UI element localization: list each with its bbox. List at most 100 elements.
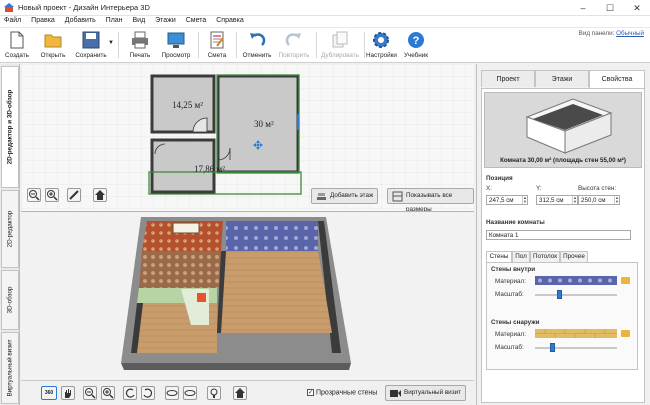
- y-position-input[interactable]: 312,5 см ▲ ▼: [536, 195, 578, 205]
- zoom-out-button[interactable]: [27, 188, 41, 202]
- inside-material-swatch[interactable]: [535, 276, 617, 285]
- svg-text:?: ?: [413, 35, 420, 47]
- tab-label: 3D-обзор: [6, 286, 14, 314]
- position-title: Позиция: [486, 175, 513, 182]
- create-button[interactable]: Создать: [4, 30, 30, 59]
- tab-3d-view[interactable]: 3D-обзор: [1, 270, 19, 330]
- show-sizes-button[interactable]: Показывать все размеры: [387, 188, 474, 211]
- zoom-out-icon: [85, 388, 96, 399]
- undo-label: Отменить: [242, 52, 272, 59]
- tab-project[interactable]: Проект: [481, 70, 535, 87]
- folder-icon[interactable]: [621, 330, 630, 337]
- x-label: X:: [486, 185, 492, 192]
- inside-scale-slider[interactable]: [535, 294, 617, 296]
- rotate-right-button[interactable]: [141, 386, 155, 400]
- outside-material-swatch[interactable]: [535, 329, 617, 338]
- tab-properties[interactable]: Свойства: [589, 70, 645, 88]
- menu-plan[interactable]: План: [102, 16, 127, 25]
- new-document-icon: [10, 31, 24, 49]
- menu-add[interactable]: Добавить: [61, 16, 100, 25]
- subtab-floor[interactable]: Пол: [512, 251, 530, 262]
- preview-button[interactable]: Просмотр: [160, 30, 192, 59]
- zoom-out-3d-button[interactable]: [83, 386, 97, 400]
- tutorial-button[interactable]: ? Учебник: [402, 30, 430, 59]
- ruler-button[interactable]: [67, 188, 81, 202]
- home-view-button[interactable]: [93, 188, 107, 202]
- tilt-down-button[interactable]: [183, 386, 197, 400]
- lightbulb-icon: [210, 388, 218, 398]
- menu-help[interactable]: Справка: [212, 16, 247, 25]
- view-panel-value[interactable]: Обычный: [616, 30, 644, 37]
- toolbar: Создать Открыть Сохранить ▼ Печать Просм…: [0, 28, 650, 63]
- spinner-arrows-icon[interactable]: ▲ ▼: [522, 196, 527, 204]
- floppy-disk-icon: [82, 31, 100, 49]
- inside-scale-thumb[interactable]: [556, 290, 562, 299]
- virtual-visit-button[interactable]: Виртуальный визит: [385, 385, 466, 401]
- menu-floors[interactable]: Этажи: [151, 16, 180, 25]
- pan-hand-button[interactable]: [61, 386, 75, 400]
- wall-height-input[interactable]: 250,0 см ▲ ▼: [578, 195, 620, 205]
- menu-estimate[interactable]: Смета: [182, 16, 211, 25]
- app-logo-icon: [4, 3, 14, 12]
- gear-icon: [373, 32, 389, 48]
- transparent-walls-checkbox[interactable]: ✓ Прозрачные стены: [307, 389, 377, 396]
- window-title: Новый проект - Дизайн Интерьера 3D: [18, 3, 150, 12]
- subtab-walls[interactable]: Стены: [486, 251, 512, 262]
- add-floor-button[interactable]: Добавить этаж: [311, 188, 379, 204]
- tab-2d-editor[interactable]: 2D-редактор: [1, 190, 19, 268]
- tab-virtual-visit[interactable]: Виртуальный визит: [1, 332, 19, 404]
- save-dropdown-arrow[interactable]: ▼: [108, 40, 114, 46]
- scale-label: Масштаб:: [495, 344, 524, 351]
- right-panel: Проект Этажи Свойства Комната 30,00 м² (…: [476, 64, 650, 405]
- create-label: Создать: [5, 52, 29, 59]
- y-label: Y:: [536, 185, 542, 192]
- close-button[interactable]: ✕: [624, 0, 650, 16]
- estimate-button[interactable]: Смета: [204, 30, 230, 59]
- maximize-button[interactable]: ☐: [597, 0, 623, 16]
- plan-2d-editor[interactable]: 14,25 м² 30 м² 17,86 м² Добавить этаж По…: [21, 64, 474, 212]
- menu-file[interactable]: Файл: [0, 16, 25, 25]
- x-position-value: 247,5 см: [489, 197, 514, 204]
- home-3d-button[interactable]: [233, 386, 247, 400]
- outside-scale-thumb[interactable]: [550, 343, 556, 352]
- estimate-label: Смета: [207, 52, 227, 59]
- view-3d[interactable]: [21, 213, 474, 405]
- subtab-other[interactable]: Прочее: [560, 251, 588, 262]
- outside-scale-slider[interactable]: [535, 347, 617, 349]
- checkbox-checked-icon[interactable]: ✓: [307, 389, 314, 396]
- menu-edit[interactable]: Правка: [27, 16, 59, 25]
- printer-icon: [132, 31, 148, 49]
- properties-panel: Комната 30,00 м² (площадь стен 55,00 м²)…: [481, 88, 645, 403]
- y-position-value: 312,5 см: [539, 197, 564, 204]
- save-button[interactable]: Сохранить: [72, 30, 110, 59]
- scene-3d[interactable]: [21, 213, 474, 380]
- title-bar: Новый проект - Дизайн Интерьера 3D – ☐ ✕: [0, 0, 650, 16]
- room-preview-caption: Комната 30,00 м² (площадь стен 55,00 м²): [500, 157, 626, 164]
- print-button[interactable]: Печать: [126, 30, 154, 59]
- subtab-ceiling[interactable]: Потолок: [530, 251, 560, 262]
- redo-button[interactable]: Повторить: [276, 30, 312, 59]
- open-button[interactable]: Открыть: [38, 30, 68, 59]
- toolbar-separator: [316, 32, 317, 58]
- x-position-input[interactable]: 247,5 см ▲ ▼: [486, 195, 528, 205]
- room-name-input[interactable]: Комната 1: [486, 230, 631, 240]
- tab-floors[interactable]: Этажи: [535, 70, 589, 87]
- view-panel-selector[interactable]: Вид панели: Обычный: [579, 30, 644, 37]
- menu-view[interactable]: Вид: [129, 16, 150, 25]
- tab-2d-editor-and-3d[interactable]: 2D-редактор и 3D-обзор: [1, 66, 19, 188]
- folder-icon[interactable]: [621, 277, 630, 284]
- minimize-button[interactable]: –: [570, 0, 596, 16]
- rotate-left-button[interactable]: [123, 386, 137, 400]
- spinner-arrows-icon[interactable]: ▲ ▼: [572, 196, 577, 204]
- lighting-button[interactable]: [207, 386, 221, 400]
- zoom-in-button[interactable]: [45, 188, 59, 202]
- duplicate-button[interactable]: Дублировать: [320, 30, 360, 59]
- zoom-in-3d-button[interactable]: [101, 386, 115, 400]
- material-label: Материал:: [495, 331, 526, 338]
- settings-button[interactable]: Настройки: [366, 30, 397, 59]
- rotate-360-button[interactable]: 360: [41, 386, 57, 400]
- undo-button[interactable]: Отменить: [240, 30, 274, 59]
- spinner-arrows-icon[interactable]: ▲ ▼: [614, 196, 619, 204]
- tilt-up-button[interactable]: [165, 386, 179, 400]
- virtual-visit-label: Виртуальный визит: [404, 389, 461, 396]
